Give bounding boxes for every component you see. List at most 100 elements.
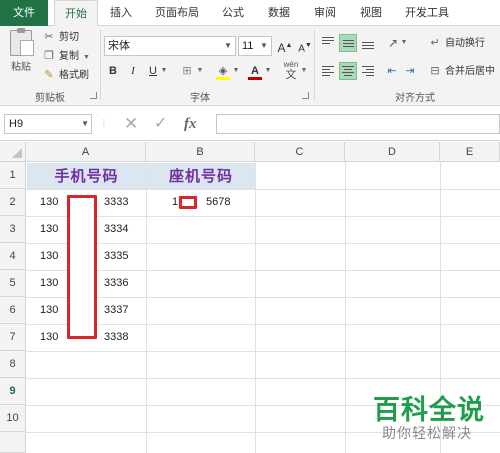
cancel-icon[interactable]: ✕ xyxy=(124,114,138,134)
mobile-prefix[interactable]: 130 xyxy=(40,216,58,243)
formula-input[interactable] xyxy=(216,114,500,134)
gridline xyxy=(26,216,500,217)
ribbon-home: 粘贴 ✂ 剪切 ❐ 复制 ▼ ✎ 格式刷 剪贴板 宋体 ▼ 11 ▼ A▲ A▼ B I… xyxy=(0,26,500,106)
italic-button[interactable]: I xyxy=(124,62,142,80)
mobile-prefix[interactable]: 130 xyxy=(40,324,58,351)
font-name-select[interactable]: 宋体 ▼ xyxy=(104,36,236,56)
insert-function-icon[interactable]: fx xyxy=(184,114,197,134)
mobile-prefix[interactable]: 130 xyxy=(40,189,58,216)
row-header-11[interactable] xyxy=(0,432,26,453)
merge-center-button[interactable]: ⊟ 合并后居中 xyxy=(428,62,495,80)
gridline xyxy=(26,270,500,271)
tab-page-layout[interactable]: 页面布局 xyxy=(146,0,208,26)
chevron-down-icon[interactable]: ▼ xyxy=(160,62,168,80)
column-header-a[interactable]: A xyxy=(26,142,146,162)
tab-home[interactable]: 开始 xyxy=(54,0,98,27)
paintbrush-icon: ✎ xyxy=(44,69,54,81)
font-launcher-icon[interactable] xyxy=(302,92,309,99)
chevron-down-icon: ▼ xyxy=(224,41,232,50)
enter-icon[interactable]: ✓ xyxy=(154,114,167,134)
align-middle-icon[interactable] xyxy=(339,34,357,52)
column-header-c[interactable]: C xyxy=(255,142,345,162)
bold-button[interactable]: B xyxy=(104,62,122,80)
select-all-button[interactable] xyxy=(0,142,26,162)
row-header-5[interactable]: 5 xyxy=(0,270,26,297)
row-header-1[interactable]: 1 xyxy=(0,162,26,189)
tab-formulas[interactable]: 公式 xyxy=(212,0,254,26)
landline-prefix[interactable]: 1 xyxy=(172,189,178,216)
cut-label: 剪切 xyxy=(59,32,79,43)
mobile-prefix[interactable]: 130 xyxy=(40,297,58,324)
chevron-down-icon[interactable]: ▼ xyxy=(232,62,240,80)
mobile-suffix[interactable]: 3335 xyxy=(104,243,128,270)
name-box-value: H9 xyxy=(9,118,24,130)
header-cell-landline[interactable]: 座机号码 xyxy=(147,163,255,189)
ribbon-tab-bar: 文件 开始 插入 页面布局 公式 数据 审阅 视图 开发工具 xyxy=(0,0,500,27)
chevron-down-icon[interactable]: ▼ xyxy=(264,62,272,80)
borders-button[interactable]: ⊞ xyxy=(178,62,196,80)
formula-bar: H9 ▼ ⋮ ✕ ✓ fx xyxy=(0,107,500,141)
column-header-b[interactable]: B xyxy=(146,142,255,162)
formula-controls: ✕ ✓ fx xyxy=(112,114,212,134)
chevron-down-icon[interactable]: ▼ xyxy=(300,62,308,80)
tab-developer[interactable]: 开发工具 xyxy=(396,0,458,26)
mobile-suffix[interactable]: 3336 xyxy=(104,270,128,297)
column-header-d[interactable]: D xyxy=(345,142,440,162)
increase-indent-icon[interactable]: ⇥ xyxy=(401,62,419,80)
copy-icon: ❐ xyxy=(44,50,54,62)
cut-button[interactable]: ✂ 剪切 xyxy=(42,28,79,46)
align-bottom-icon[interactable] xyxy=(359,34,377,52)
row-header-9[interactable]: 9 xyxy=(0,378,26,405)
row-header-10[interactable]: 10 xyxy=(0,405,26,432)
row-header-2[interactable]: 2 xyxy=(0,189,26,216)
row-header-4[interactable]: 4 xyxy=(0,243,26,270)
copy-button[interactable]: ❐ 复制 ▼ xyxy=(42,47,90,65)
chevron-down-icon[interactable]: ▼ xyxy=(196,62,204,80)
wrap-text-button[interactable]: ↵ 自动换行 xyxy=(428,34,485,52)
tab-review[interactable]: 审阅 xyxy=(304,0,346,26)
phonetic-guide-icon: wén xyxy=(283,60,299,69)
row-header-7[interactable]: 7 xyxy=(0,324,26,351)
header-cell-mobile[interactable]: 手机号码 xyxy=(27,163,146,189)
shrink-font-button[interactable]: A▼ xyxy=(296,37,314,55)
align-right-icon[interactable] xyxy=(359,62,377,80)
name-box[interactable]: H9 ▼ xyxy=(4,114,92,134)
resize-handle-icon[interactable]: ⋮ xyxy=(100,119,108,127)
landline-suffix[interactable]: 5678 xyxy=(206,189,230,216)
merge-cells-icon: ⊟ xyxy=(430,65,440,77)
mobile-suffix[interactable]: 3333 xyxy=(104,189,128,216)
font-color-icon: A xyxy=(251,65,259,77)
chevron-down-icon[interactable]: ▼ xyxy=(400,34,408,52)
column-header-e[interactable]: E xyxy=(440,142,500,162)
fill-color-swatch xyxy=(216,77,230,80)
font-group-label: 字体 xyxy=(190,93,210,104)
group-divider xyxy=(100,30,101,100)
decrease-indent-icon[interactable]: ⇤ xyxy=(383,62,401,80)
row-header-6[interactable]: 6 xyxy=(0,297,26,324)
tab-insert[interactable]: 插入 xyxy=(100,0,142,26)
align-center-icon[interactable] xyxy=(339,62,357,80)
format-painter-button[interactable]: ✎ 格式刷 xyxy=(42,66,89,84)
fill-color-button[interactable]: ◈ xyxy=(214,62,232,80)
align-left-icon[interactable] xyxy=(319,62,337,80)
mobile-prefix[interactable]: 130 xyxy=(40,243,58,270)
paste-button[interactable]: 粘贴 xyxy=(6,28,36,73)
font-color-button[interactable]: A xyxy=(246,62,264,80)
row-header-3[interactable]: 3 xyxy=(0,216,26,243)
paste-label: 粘贴 xyxy=(11,62,31,73)
grow-font-button[interactable]: A▲ xyxy=(276,37,294,55)
tab-view[interactable]: 视图 xyxy=(350,0,392,26)
chevron-down-icon: ▼ xyxy=(81,119,89,128)
mobile-prefix[interactable]: 130 xyxy=(40,270,58,297)
clipboard-launcher-icon[interactable] xyxy=(90,92,97,99)
phonetic-guide-button[interactable]: wén 文 xyxy=(282,60,300,81)
paste-icon xyxy=(10,28,34,56)
align-top-icon[interactable] xyxy=(319,34,337,52)
font-size-select[interactable]: 11 ▼ xyxy=(238,36,272,56)
tab-file[interactable]: 文件 xyxy=(0,0,48,26)
row-header-8[interactable]: 8 xyxy=(0,351,26,378)
tab-data[interactable]: 数据 xyxy=(258,0,300,26)
mobile-suffix[interactable]: 3338 xyxy=(104,324,128,351)
mobile-suffix[interactable]: 3334 xyxy=(104,216,128,243)
mobile-suffix[interactable]: 3337 xyxy=(104,297,128,324)
